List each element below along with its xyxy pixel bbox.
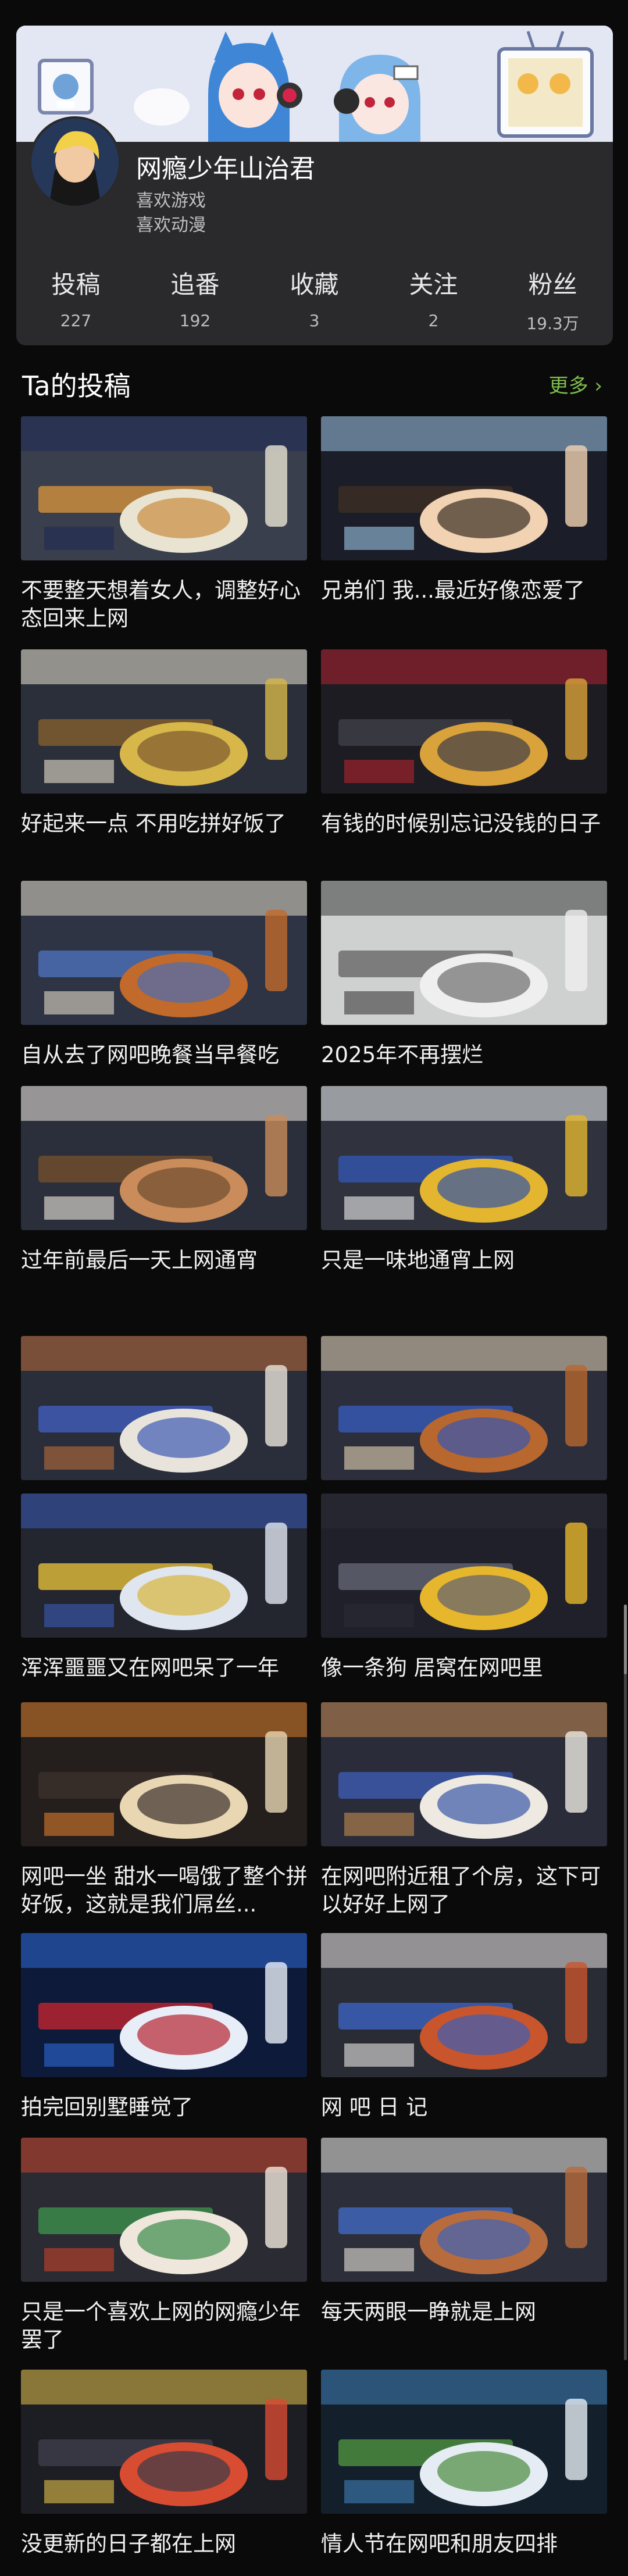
post-caption[interactable]: 2025年不再摆烂 (321, 1041, 618, 1069)
avatar[interactable] (29, 116, 121, 208)
more-link[interactable]: 更多 › (549, 370, 602, 398)
post-caption[interactable]: 有钱的时候别忘记没钱的日子 (321, 810, 618, 838)
post-caption[interactable]: 自从去了网吧晚餐当早餐吃 (21, 1041, 317, 1069)
post-caption[interactable]: 没更新的日子都在上网 (21, 2530, 317, 2558)
section-title: Ta的投稿 (22, 370, 131, 402)
post-caption[interactable]: 情人节在网吧和朋友四排 (321, 2530, 618, 2558)
post-thumbnail[interactable] (321, 2138, 607, 2282)
thumbnail-image (321, 2370, 607, 2514)
post-caption[interactable]: 浑浑噩噩又在网吧呆了一年 (21, 1654, 317, 1682)
thumbnail-image (21, 1933, 307, 2077)
stat-label: 投稿 (51, 270, 101, 299)
thumbnail-image (321, 416, 607, 560)
stat-label: 关注 (409, 270, 458, 299)
user-tag-games: 喜欢游戏 (136, 191, 206, 211)
stat-value: 3 (309, 311, 320, 330)
thumbnail-image (321, 1086, 607, 1230)
thumbnail-image (321, 1702, 607, 1846)
avatar-image (31, 119, 119, 206)
post-thumbnail[interactable] (321, 1933, 607, 2077)
profile-banner (16, 26, 613, 142)
post-thumbnail[interactable] (21, 2138, 307, 2282)
post-thumbnail[interactable] (321, 1494, 607, 1638)
post-thumbnail[interactable] (321, 1702, 607, 1846)
post-caption[interactable]: 只是一味地通宵上网 (321, 1246, 618, 1274)
post-thumbnail[interactable] (321, 416, 607, 560)
post-thumbnail[interactable] (321, 881, 607, 1025)
thumbnail-image (21, 2370, 307, 2514)
thumbnail-image (21, 1702, 307, 1846)
post-caption[interactable]: 网吧一坐 甜水一喝饿了整个拼好饭，这就是我们屌丝... (21, 1863, 317, 1918)
profile-card: 网瘾少年山治君 喜欢游戏 喜欢动漫 投稿 227 追番 192 收藏 3 关注 … (16, 26, 613, 345)
thumbnail-image (21, 649, 307, 794)
post-caption[interactable]: 在网吧附近租了个房，这下可以好好上网了 (321, 1863, 618, 1918)
post-thumbnail[interactable] (321, 2370, 607, 2514)
post-thumbnail[interactable] (321, 1086, 607, 1230)
thumbnail-image (321, 1336, 607, 1480)
post-caption[interactable]: 网 吧 日 记 (321, 2093, 618, 2121)
stat-label: 追番 (170, 270, 220, 299)
thumbnail-image (21, 416, 307, 560)
stat-value: 19.3万 (526, 314, 579, 333)
post-thumbnail[interactable] (21, 1933, 307, 2077)
post-thumbnail[interactable] (21, 649, 307, 794)
post-thumbnail[interactable] (21, 1494, 307, 1638)
user-name: 网瘾少年山治君 (136, 154, 315, 184)
thumbnail-image (321, 881, 607, 1025)
thumbnail-image (21, 881, 307, 1025)
thumbnail-image (321, 1494, 607, 1638)
thumbnail-image (21, 1086, 307, 1230)
post-thumbnail[interactable] (21, 416, 307, 560)
post-thumbnail[interactable] (321, 1336, 607, 1480)
stat-posts[interactable]: 投稿 227 (16, 265, 135, 330)
post-caption[interactable]: 兄弟们 我...最近好像恋爱了 (321, 577, 618, 605)
stat-value: 2 (428, 311, 439, 330)
post-caption[interactable]: 不要整天想着女人，调整好心态回来上网 (21, 577, 317, 633)
scrollbar-track[interactable] (624, 1605, 627, 2360)
thumbnail-image (21, 1494, 307, 1638)
stat-favorites[interactable]: 收藏 3 (255, 265, 374, 330)
stat-value: 227 (60, 311, 92, 330)
post-thumbnail[interactable] (21, 1336, 307, 1480)
post-caption[interactable]: 只是一个喜欢上网的网瘾少年罢了 (21, 2298, 317, 2354)
stat-fans[interactable]: 粉丝 19.3万 (493, 265, 612, 334)
banner-illustration (16, 26, 613, 142)
post-thumbnail[interactable] (21, 1702, 307, 1846)
stat-label: 收藏 (290, 270, 339, 299)
stat-label: 粉丝 (528, 270, 577, 299)
user-tag-anime: 喜欢动漫 (136, 215, 206, 235)
profile-stats: 投稿 227 追番 192 收藏 3 关注 2 粉丝 19.3万 (16, 265, 613, 333)
thumbnail-image (21, 2138, 307, 2282)
post-thumbnail[interactable] (21, 2370, 307, 2514)
stat-anime-follow[interactable]: 追番 192 (135, 265, 255, 330)
thumbnail-image (321, 649, 607, 794)
post-thumbnail[interactable] (21, 1086, 307, 1230)
post-thumbnail[interactable] (321, 649, 607, 794)
thumbnail-image (21, 1336, 307, 1480)
post-caption[interactable]: 过年前最后一天上网通宵 (21, 1246, 317, 1274)
thumbnail-image (321, 2138, 607, 2282)
post-caption[interactable]: 好起来一点 不用吃拼好饭了 (21, 810, 317, 838)
thumbnail-image (321, 1933, 607, 2077)
stat-value: 192 (179, 311, 211, 330)
scrollbar-thumb[interactable] (624, 1605, 627, 1674)
post-caption[interactable]: 拍完回别墅睡觉了 (21, 2093, 317, 2121)
stat-following[interactable]: 关注 2 (374, 265, 493, 330)
post-thumbnail[interactable] (21, 881, 307, 1025)
post-caption[interactable]: 像一条狗 居窝在网吧里 (321, 1654, 618, 1682)
post-caption[interactable]: 每天两眼一睁就是上网 (321, 2298, 618, 2326)
